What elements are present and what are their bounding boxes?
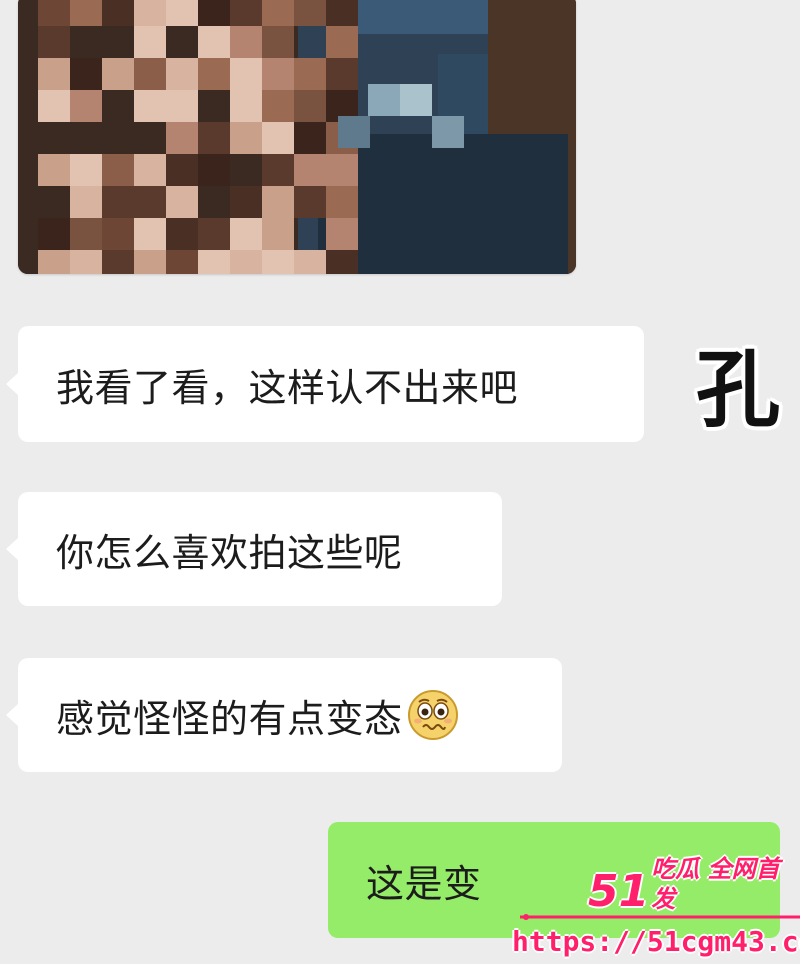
side-character-label: 孔 [695,339,780,439]
watermark-divider [520,914,800,920]
message-text: 你怎么喜欢拍这些呢 [56,530,403,575]
watermark-number: 51 [588,866,650,917]
message-text: 我看了看，这样认不出来吧 [56,365,519,410]
message-text: 感觉怪怪的有点变态 [56,696,403,741]
pleading-face-icon [407,689,459,741]
message-bubble-incoming[interactable]: 你怎么喜欢拍这些呢 [6,492,502,606]
photo-mosaic [18,0,576,274]
watermark-logo: 51 吃瓜 全网首发 [588,855,800,917]
watermark-url[interactable]: https://51cgm43.com [512,922,800,962]
pixelated-photo[interactable] [18,0,576,274]
message-bubble-incoming[interactable]: 我看了看，这样认不出来吧 [6,326,644,442]
watermark-text: 吃瓜 全网首发 [651,855,780,913]
message-bubble-incoming[interactable]: 感觉怪怪的有点变态 [6,658,562,772]
message-text: 这是变 [366,861,482,906]
